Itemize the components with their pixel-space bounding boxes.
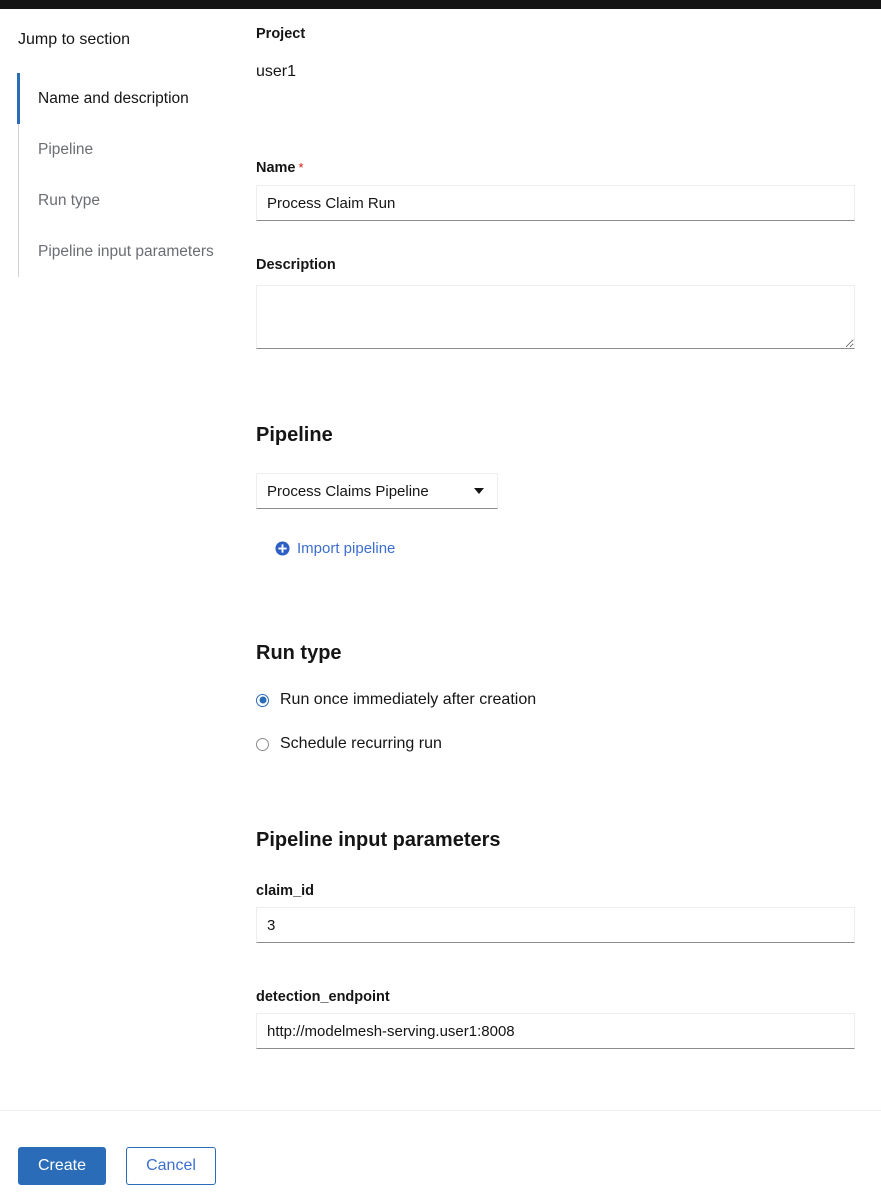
sidebar-item-pipeline[interactable]: Pipeline (19, 124, 229, 175)
description-label: Description (256, 257, 336, 273)
sidebar-item-name-and-description[interactable]: Name and description (17, 73, 229, 124)
run-create-page: Jump to section Name and description Pip… (0, 9, 881, 1110)
import-pipeline-link[interactable]: Import pipeline (275, 540, 395, 557)
import-pipeline-label: Import pipeline (297, 540, 396, 557)
name-label-text: Name (256, 160, 296, 176)
sidebar-item-label: Name and description (38, 90, 189, 107)
detection-endpoint-label: detection_endpoint (256, 989, 390, 1005)
required-asterisk: * (298, 160, 304, 175)
description-textarea[interactable] (256, 285, 855, 349)
sidebar-item-label: Pipeline input parameters (38, 243, 214, 260)
radio-schedule-recurring[interactable]: Schedule recurring run (256, 735, 442, 753)
jump-to-section-list: Name and description Pipeline Run type P… (17, 73, 229, 277)
radio-run-once[interactable]: Run once immediately after creation (256, 691, 536, 709)
pipeline-select-value: Process Claims Pipeline (267, 482, 429, 500)
sidebar-item-label: Run type (38, 192, 101, 209)
jump-to-section-title: Jump to section (18, 31, 131, 48)
plus-circle-icon (275, 541, 290, 556)
cancel-button[interactable]: Cancel (126, 1147, 216, 1185)
create-button[interactable]: Create (18, 1147, 106, 1185)
radio-button-selected-icon (256, 693, 269, 707)
radio-run-once-label: Run once immediately after creation (280, 691, 537, 708)
detection-endpoint-input[interactable] (256, 1013, 855, 1049)
name-label: Name * (256, 160, 304, 176)
sidebar-item-run-type[interactable]: Run type (19, 175, 229, 226)
claim-id-input[interactable] (256, 907, 855, 943)
sidebar-item-pipeline-input-parameters[interactable]: Pipeline input parameters (19, 226, 229, 277)
pipeline-select[interactable]: Process Claims Pipeline (256, 473, 498, 509)
claim-id-label: claim_id (256, 883, 315, 899)
pipeline-input-parameters-heading: Pipeline input parameters (256, 829, 501, 851)
top-masthead-bar (0, 0, 881, 9)
form-footer: Create Cancel (0, 1110, 881, 1199)
project-label: Project (256, 26, 306, 42)
sidebar-item-label: Pipeline (38, 141, 94, 158)
radio-schedule-recurring-label: Schedule recurring run (280, 735, 442, 752)
chevron-down-icon (474, 488, 484, 494)
run-type-heading: Run type (256, 642, 342, 664)
name-input[interactable] (256, 185, 855, 221)
project-value: user1 (256, 63, 297, 80)
radio-button-unselected-icon (256, 737, 269, 751)
pipeline-section-heading: Pipeline (256, 424, 333, 446)
